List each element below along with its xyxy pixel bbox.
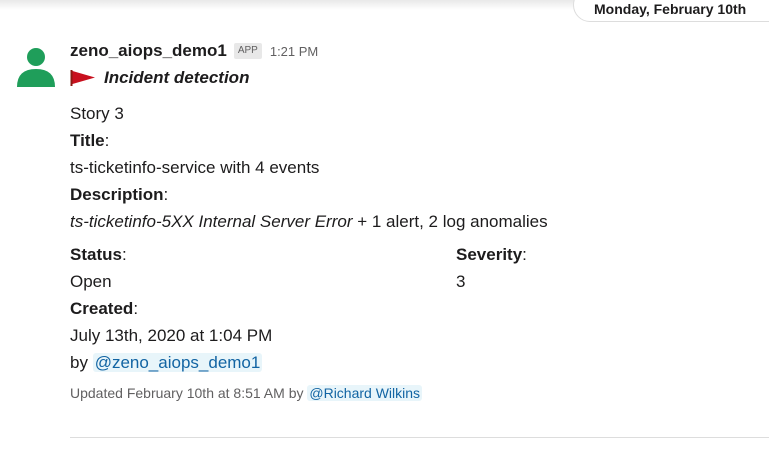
sender-name[interactable]: zeno_aiops_demo1 <box>70 41 227 61</box>
description-rest-text: + 1 alert, 2 log anomalies <box>352 212 548 231</box>
created-by: by @zeno_aiops_demo1 <box>70 349 760 376</box>
fields-right-column: Severity: 3 <box>456 241 736 295</box>
severity-value: 3 <box>456 272 466 291</box>
title-value: ts-ticketinfo-service with 4 events <box>70 158 320 177</box>
message: zeno_aiops_demo1 APP 1:21 PM Incident de… <box>70 40 760 401</box>
description-italic-text: ts-ticketinfo-5XX Internal Server Error <box>70 212 353 231</box>
title-label: Title <box>70 131 105 150</box>
created-by-mention[interactable]: @zeno_aiops_demo1 <box>92 353 263 372</box>
message-timestamp[interactable]: 1:21 PM <box>270 44 318 59</box>
status-label: Status <box>70 245 122 264</box>
created-field: Created: <box>70 299 139 318</box>
subtitle-text: Incident detection <box>104 68 250 87</box>
severity-field: Severity: <box>456 245 527 264</box>
avatar[interactable] <box>15 45 57 87</box>
date-divider-pill[interactable]: Monday, February 10th <box>573 0 769 22</box>
story-label: Story 3 <box>70 104 124 123</box>
message-header: zeno_aiops_demo1 APP 1:21 PM <box>70 40 760 62</box>
description-field: Description: <box>70 185 169 204</box>
message-subtitle: Incident detection <box>70 66 760 90</box>
fields-left-column: Status: Open <box>70 241 456 295</box>
severity-label: Severity <box>456 245 523 264</box>
created-by-prefix: by <box>70 353 93 372</box>
user-avatar-icon <box>17 48 55 87</box>
red-flag-icon <box>70 70 95 86</box>
app-badge: APP <box>233 43 262 59</box>
slack-message-view: Monday, February 10th zeno_aiops_demo1 A… <box>0 0 769 451</box>
updated-by-mention[interactable]: @Richard Wilkins <box>307 385 423 401</box>
updated-prefix: Updated February 10th at 8:51 AM by <box>70 385 308 401</box>
description-label: Description <box>70 185 164 204</box>
status-field: Status: <box>70 245 127 264</box>
fields-grid: Status: Open Severity: 3 <box>70 241 760 295</box>
message-divider <box>70 437 769 438</box>
updated-line: Updated February 10th at 8:51 AM by @Ric… <box>70 385 760 401</box>
title-field: Title: <box>70 131 110 150</box>
status-value: Open <box>70 272 112 291</box>
description-value: ts-ticketinfo-5XX Internal Server Error … <box>70 208 760 235</box>
created-value: July 13th, 2020 at 1:04 PM <box>70 326 273 345</box>
created-label: Created <box>70 299 134 318</box>
